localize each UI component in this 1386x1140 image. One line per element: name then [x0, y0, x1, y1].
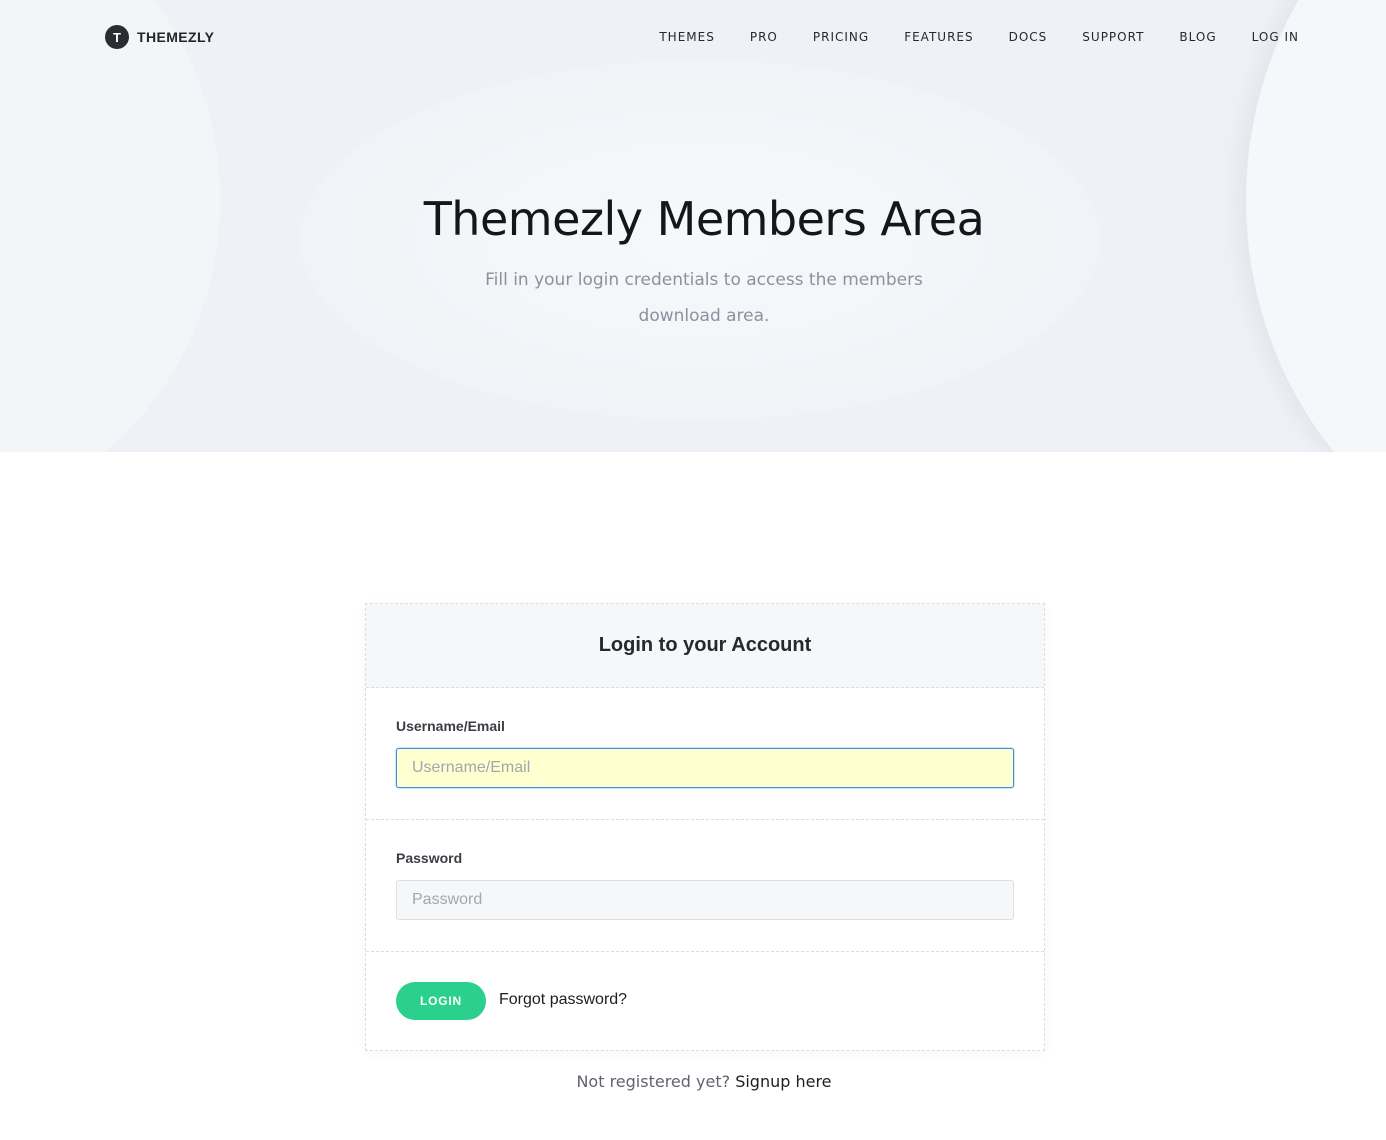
nav-item-docs[interactable]: DOCS [1009, 30, 1048, 44]
logo-text: THEMEZLY [137, 29, 215, 45]
login-button[interactable]: LOGIN [396, 982, 486, 1020]
page-title: Themezly Members Area [423, 192, 985, 246]
register-prompt: Not registered yet? Signup here [0, 1072, 1386, 1091]
login-actions: LOGIN Forgot password? [366, 952, 1044, 1050]
nav-item-themes[interactable]: THEMES [659, 30, 715, 44]
logo-icon: T [105, 25, 129, 49]
forgot-password-link[interactable]: Forgot password? [499, 991, 627, 1009]
password-input[interactable] [396, 880, 1014, 920]
password-section: Password [366, 820, 1044, 952]
login-card: Login to your Account Username/Email Pas… [365, 603, 1045, 1051]
hero-section: T THEMEZLY THEMES PRO PRICING FEATURES D… [0, 0, 1386, 452]
login-card-header: Login to your Account [366, 604, 1044, 688]
nav-item-blog[interactable]: BLOG [1179, 30, 1216, 44]
login-heading: Login to your Account [598, 634, 812, 656]
username-label: Username/Email [396, 718, 505, 734]
main-nav: THEMES PRO PRICING FEATURES DOCS SUPPORT… [659, 30, 1299, 44]
username-section: Username/Email [366, 688, 1044, 820]
nav-item-login[interactable]: LOG IN [1252, 30, 1299, 44]
username-input[interactable] [396, 748, 1014, 788]
site-logo[interactable]: T THEMEZLY [105, 25, 214, 49]
nav-item-support[interactable]: SUPPORT [1082, 30, 1144, 44]
register-text: Not registered yet? [576, 1072, 731, 1091]
page-subtitle: Fill in your login credentials to access… [485, 270, 923, 326]
password-label: Password [396, 850, 463, 866]
signup-link[interactable]: Signup here [735, 1072, 831, 1091]
nav-item-features[interactable]: FEATURES [904, 30, 973, 44]
nav-item-pro[interactable]: PRO [750, 30, 778, 44]
nav-item-pricing[interactable]: PRICING [813, 30, 869, 44]
